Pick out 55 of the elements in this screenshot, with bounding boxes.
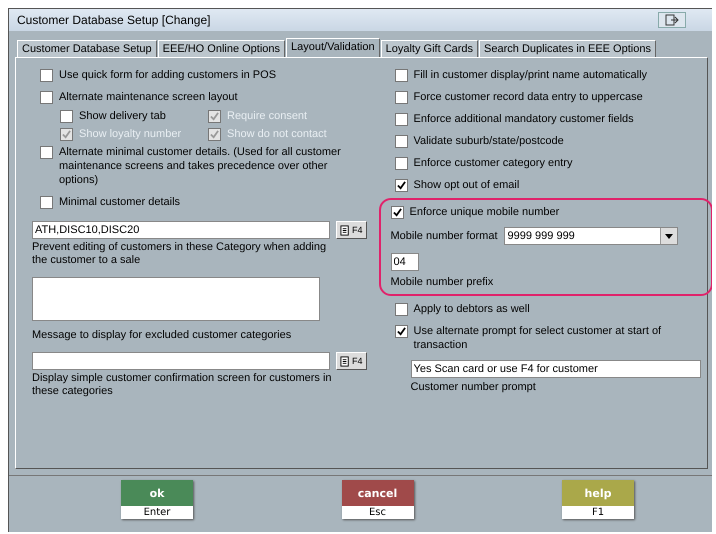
exit-icon [665,14,679,26]
field-description: Display simple customer confirmation screen for customers in these categories [32,372,333,398]
checkbox[interactable] [390,206,404,219]
checkbox-label: Show delivery tab [79,109,166,123]
checkbox[interactable] [40,91,53,104]
checkbox-label: Enforce additional mandatory customer fields [414,112,634,126]
checkbox-label: Enforce customer category entry [414,156,572,170]
tab[interactable]: EEE/HO Online Options [158,40,286,57]
lookup-button[interactable]: F4 [336,221,367,239]
checkbox[interactable] [394,113,408,126]
checkbox[interactable] [394,303,408,316]
checkbox[interactable] [40,146,53,159]
tab[interactable]: Loyalty Gift Cards [380,40,478,57]
checkbox-label: Validate suburb/state/postcode [414,134,564,148]
checkbox-label: Use quick form for adding customers in POS [59,68,276,82]
checkbox-label: Show loyalty number [79,127,182,141]
checkbox-label: Require consent [227,109,308,123]
field-description: Message to display for excluded customer categories [32,329,292,342]
checkbox[interactable] [394,157,408,170]
lookup-button[interactable]: F4 [336,352,367,370]
checkbox[interactable] [394,91,408,104]
tab[interactable]: Customer Database Setup [17,40,157,57]
checkbox-label: Enforce unique mobile number [410,205,560,219]
checkbox-label: Show do not contact [227,127,327,141]
checkbox[interactable] [394,135,408,148]
checkbox[interactable] [60,110,73,123]
field-label: Mobile number prefix [390,275,494,289]
checkbox-label: Show opt out of email [414,178,520,192]
format-dropdown[interactable]: 9999 999 999 [504,227,678,245]
checkbox[interactable] [394,325,408,338]
input-field[interactable]: ATH,DISC10,DISC20 [32,221,330,239]
field-description: Prevent editing of customers in these Category when adding the customer to a sale [32,241,328,267]
field-label: Customer number prompt [410,380,537,394]
checkbox[interactable] [394,69,408,82]
checkbox-label: Force customer record data entry to uppercase [414,90,643,104]
exit-button[interactable] [658,12,686,28]
checkbox-label: Alternate minimal customer details. (Used for all customer maintenance screens and takes precedence over other options) [59,145,342,187]
checkbox[interactable] [40,69,53,82]
tab[interactable]: Search Duplicates in EEE Options [479,40,656,57]
checkbox-label: Use alternate prompt for select customer at start of transaction [414,324,662,352]
input-field[interactable] [32,352,330,370]
field-label: Mobile number format [390,229,498,243]
checkbox-label: Fill in customer display/print name automatically [414,68,648,82]
checkbox-label: Apply to debtors as well [414,302,530,316]
checkbox-label: Minimal customer details [59,195,180,209]
checkbox[interactable] [394,179,408,192]
window-title: Customer Database Setup [Change] [17,13,210,27]
document-icon [340,224,351,236]
input-field[interactable]: Yes Scan card or use F4 for customer [410,360,701,378]
input-field[interactable]: 04 [390,253,419,271]
text-area[interactable] [32,277,320,321]
document-icon [340,356,351,366]
checkbox[interactable] [40,196,53,209]
checkbox-label: Alternate maintenance screen layout [59,90,238,104]
tab[interactable]: Layout/Validation [286,38,380,57]
